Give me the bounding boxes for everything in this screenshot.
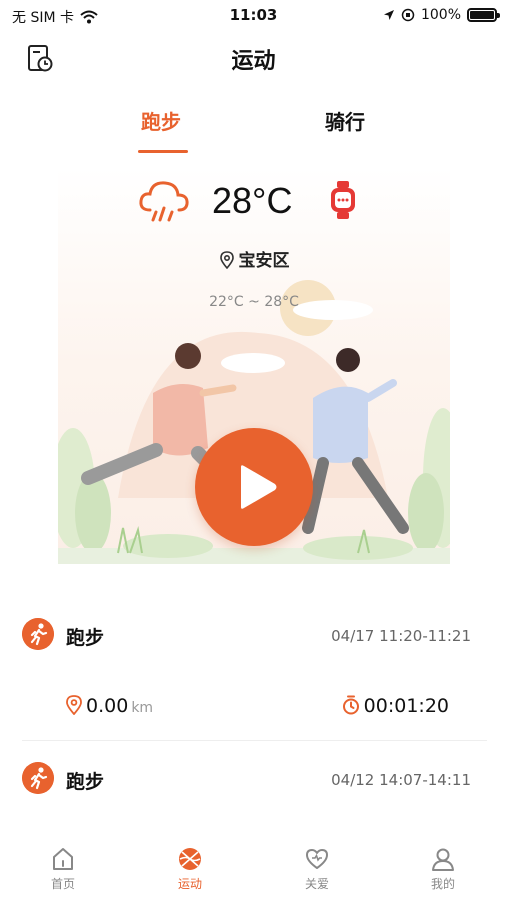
distance-value: 0.00 — [86, 695, 129, 717]
location-pin-icon — [66, 695, 82, 716]
tab-profile[interactable]: 我的 — [403, 846, 483, 892]
temperature-range: 22°C ~ 28°C — [209, 294, 299, 310]
tab-home[interactable]: 首页 — [23, 846, 103, 892]
start-run-button[interactable] — [195, 428, 313, 546]
play-icon — [241, 465, 277, 509]
watch-icon[interactable] — [328, 180, 358, 220]
record-time: 04/12 14:07-14:11 — [331, 771, 471, 789]
home-icon — [53, 848, 73, 870]
tab-home-label: 首页 — [50, 877, 75, 891]
battery-percent: 100% — [420, 7, 461, 23]
duration-value: 00:01:20 — [363, 695, 449, 717]
record-time: 04/17 11:20-11:21 — [331, 627, 471, 645]
tab-sport-label: 运动 — [177, 877, 202, 891]
tab-cycling[interactable]: 骑行 — [325, 106, 365, 135]
record-type: 跑步 — [66, 771, 105, 793]
heart-icon — [306, 849, 328, 869]
location-row: 宝安区 — [58, 246, 450, 271]
tab-care[interactable]: 关爱 — [277, 846, 357, 892]
status-right-group: 100% — [383, 7, 500, 23]
nav-bar: 运动 — [0, 36, 507, 80]
active-tab-indicator — [138, 150, 188, 153]
tab-sport[interactable]: 运动 — [150, 846, 230, 892]
distance-unit: km — [131, 700, 154, 716]
tab-profile-label: 我的 — [430, 877, 455, 891]
status-bar: 无 SIM 卡 11:03 100% — [0, 0, 507, 32]
location-label: 宝安区 — [238, 251, 290, 271]
runner-icon — [22, 618, 54, 650]
profile-icon — [432, 848, 454, 871]
sport-icon — [179, 848, 201, 870]
distance-stat: 0.00 km — [66, 695, 153, 717]
orientation-lock-icon — [401, 8, 415, 22]
rain-cloud-icon — [139, 181, 189, 222]
sport-tabs: 跑步 骑行 — [0, 100, 507, 156]
tab-running[interactable]: 跑步 — [141, 106, 181, 135]
location-arrow-icon — [383, 10, 394, 20]
battery-icon — [467, 8, 500, 22]
record-type: 跑步 — [66, 627, 105, 649]
tab-care-label: 关爱 — [304, 877, 329, 891]
duration-stat: 00:01:20 — [342, 695, 449, 717]
location-pin-icon — [219, 251, 234, 270]
divider — [22, 740, 487, 741]
temperature: 28°C — [212, 180, 293, 221]
stopwatch-icon — [342, 695, 359, 715]
page-title: 运动 — [231, 49, 276, 74]
runner-icon — [22, 762, 54, 794]
bottom-tab-bar: 首页 运动 关爱 我的 — [0, 838, 507, 900]
